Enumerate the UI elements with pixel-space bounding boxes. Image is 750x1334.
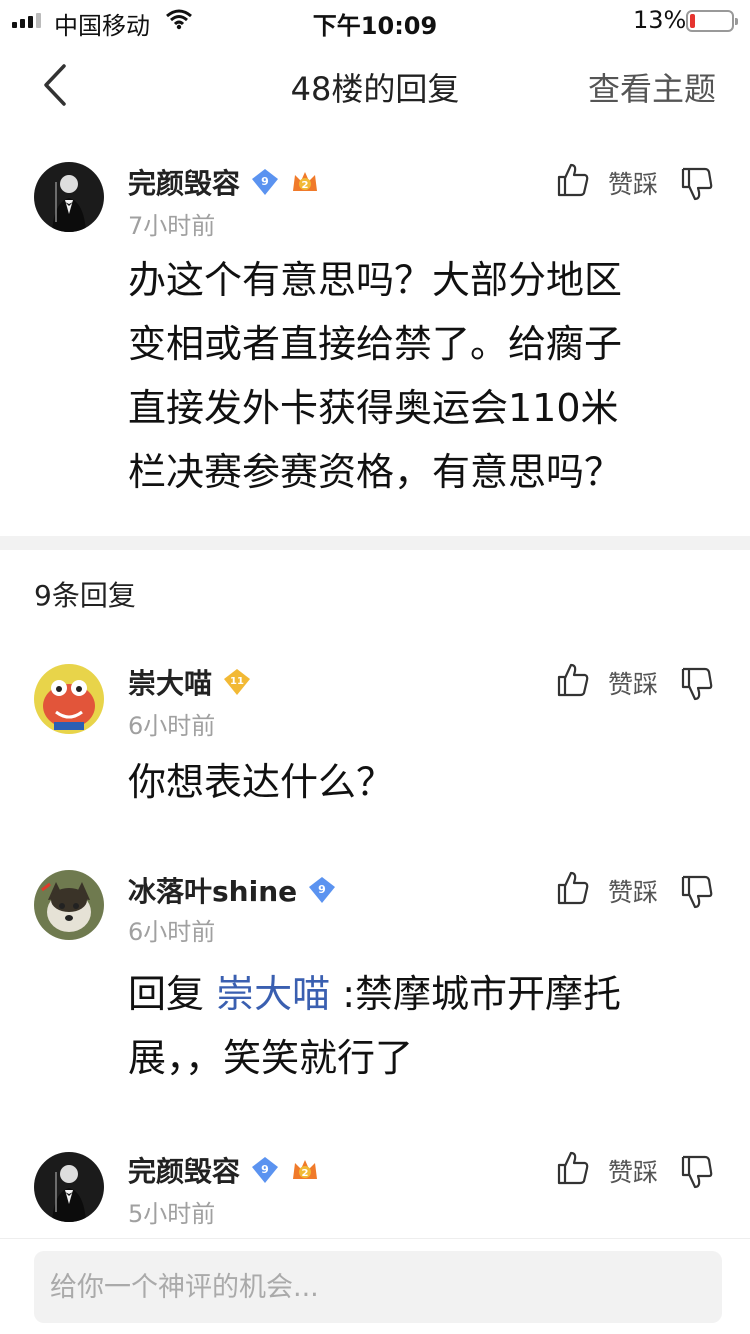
status-bar: 中国移动 下午10:09 13% [0, 0, 750, 40]
thumbs-up-icon[interactable] [556, 162, 590, 198]
battery-percent: 13% [633, 6, 687, 34]
svg-text:2: 2 [302, 180, 309, 191]
post-content: 办这个有意思吗？大部分地区 变相或者直接给禁了。给瘸子 直接发外卡获得奥运会11… [128, 248, 698, 504]
reply-line: 展，，笑笑就行了 [128, 1036, 414, 1080]
reply-item: 完颜毁容 9 2 5小时前 赞踩 [0, 1148, 750, 1238]
svg-text:9: 9 [261, 1163, 269, 1176]
thumbs-down-icon[interactable] [680, 666, 714, 702]
vote-label: 赞踩 [608, 878, 659, 907]
level-badge-icon: 11 [224, 669, 251, 695]
vote-label: 赞踩 [608, 670, 659, 699]
reply-time: 6小时前 [128, 712, 216, 740]
thumbs-up-icon[interactable] [556, 1150, 590, 1186]
vote-actions: 赞踩 [556, 662, 716, 702]
reply-item: 崇大喵 11 6小时前 赞踩 你想表达什么？ [0, 660, 750, 840]
mention-link[interactable]: 崇大喵 [216, 972, 330, 1016]
svg-text:2: 2 [302, 1168, 309, 1179]
username[interactable]: 完颜毁容 9 2 [128, 162, 320, 202]
rank-badge-icon: 2 [293, 172, 318, 191]
rank-badge-icon: 2 [293, 1160, 318, 1179]
vote-label: 赞踩 [608, 170, 659, 199]
svg-text:9: 9 [318, 883, 326, 896]
username[interactable]: 冰落叶shine 9 [128, 870, 337, 910]
vote-label: 赞踩 [608, 1158, 659, 1187]
username-text: 完颜毁容 [128, 1155, 241, 1188]
avatar[interactable] [34, 664, 104, 734]
post-line: 直接发外卡获得奥运会110米 [128, 386, 619, 430]
username-text: 冰落叶shine [128, 875, 298, 908]
post-line: 栏决赛参赛资格，有意思吗？ [128, 450, 623, 494]
reply-prefix: 回复 [128, 972, 217, 1016]
vote-actions: 赞踩 [556, 1150, 716, 1190]
post-line: 办这个有意思吗？大部分地区 [128, 258, 623, 302]
reply-time: 5小时前 [128, 1200, 216, 1228]
vote-actions: 赞踩 [556, 162, 716, 202]
thumbs-up-icon[interactable] [556, 870, 590, 906]
level-badge-icon: 9 [309, 877, 336, 903]
post-time: 7小时前 [128, 212, 216, 240]
username[interactable]: 崇大喵 11 [128, 662, 252, 702]
avatar[interactable] [34, 870, 104, 940]
view-topic-link[interactable]: 查看主题 [588, 64, 716, 110]
vote-actions: 赞踩 [556, 870, 716, 910]
username[interactable]: 完颜毁容 9 2 [128, 1150, 320, 1190]
nav-bar: 48楼的回复 查看主题 [0, 40, 750, 130]
reply-content: 回复 崇大喵 :禁摩城市开摩托 展，，笑笑就行了 [128, 962, 698, 1090]
reply-count: 9条回复 [34, 579, 136, 612]
avatar[interactable] [34, 1152, 104, 1222]
reply-content: 你想表达什么？ [128, 760, 395, 804]
thumbs-down-icon[interactable] [680, 874, 714, 910]
thumbs-up-icon[interactable] [556, 662, 590, 698]
battery-icon [686, 10, 738, 32]
level-badge-icon: 9 [252, 1157, 279, 1183]
svg-text:9: 9 [261, 175, 269, 188]
thumbs-down-icon[interactable] [680, 166, 714, 202]
svg-text:11: 11 [230, 676, 244, 687]
post-line: 变相或者直接给禁了。给瘸子 [128, 322, 623, 366]
level-badge-icon: 9 [252, 169, 279, 195]
reply-time: 6小时前 [128, 918, 216, 946]
thumbs-down-icon[interactable] [680, 1154, 714, 1190]
comment-bar [0, 1238, 750, 1334]
reply-text: :禁摩城市开摩托 [330, 972, 621, 1016]
comment-input[interactable] [34, 1251, 722, 1323]
reply-line: 回复 崇大喵 :禁摩城市开摩托 [128, 962, 698, 1026]
username-text: 崇大喵 [128, 667, 213, 700]
avatar[interactable] [34, 162, 104, 232]
main-post: 完颜毁容 9 2 7小时前 赞踩 办这个有意思吗？大部分地区 变相或者直接给禁了… [0, 160, 750, 536]
username-text: 完颜毁容 [128, 167, 241, 200]
reply-item: 冰落叶shine 9 6小时前 赞踩 回复 崇大喵 :禁摩城市开摩托 展，，笑笑… [0, 868, 750, 1118]
section-divider [0, 536, 750, 550]
